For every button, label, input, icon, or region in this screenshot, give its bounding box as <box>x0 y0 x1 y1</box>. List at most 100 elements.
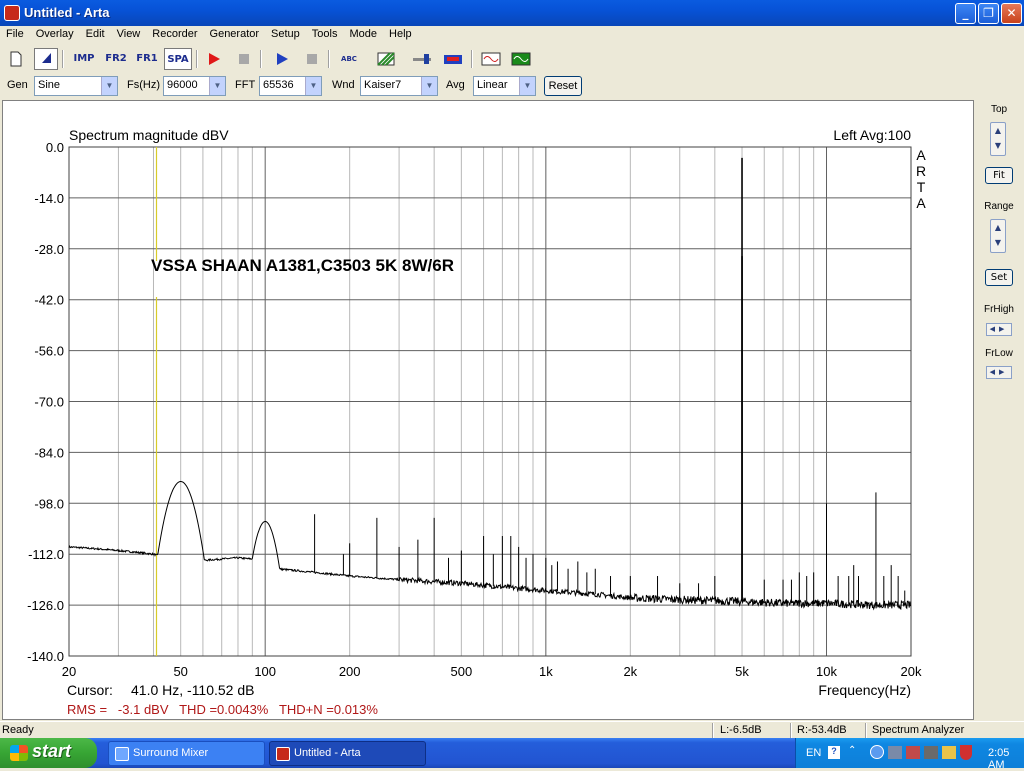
top-label: Top <box>990 104 1008 115</box>
y-tick-label: -56.0 <box>34 344 64 359</box>
tray-app-icon[interactable] <box>906 746 920 759</box>
cursor-tool-icon[interactable] <box>34 48 58 70</box>
minimize-button[interactable]: _ <box>955 3 976 24</box>
x-tick-label: 20k <box>901 664 922 679</box>
fft-size-select[interactable]: 65536 ▼ <box>259 76 322 96</box>
y-tick-label: -42.0 <box>34 293 64 308</box>
imp-mode-button[interactable]: IMP <box>70 48 98 70</box>
x-axis-label: Frequency(Hz) <box>818 682 911 698</box>
fft-size-value: 65536 <box>263 79 294 91</box>
menu-bar: File Overlay Edit View Recorder Generato… <box>0 26 1024 46</box>
sample-rate-select[interactable]: 96000 ▼ <box>163 76 226 96</box>
arta-icon <box>276 747 290 761</box>
frhigh-spinner[interactable]: ◀▶ <box>986 323 1012 336</box>
taskbar: start Surround Mixer Untitled - Arta EN … <box>0 738 1024 771</box>
menu-overlay[interactable]: Overlay <box>30 26 80 46</box>
menu-view[interactable]: View <box>111 26 147 46</box>
frlow-label: FrLow <box>985 348 1013 359</box>
right-level: R:-53.4dB <box>797 724 847 736</box>
chevron-down-icon[interactable]: ▼ <box>101 77 117 95</box>
spectrum-trace <box>68 157 912 611</box>
fit-button[interactable]: Fit <box>985 167 1013 184</box>
set-button[interactable]: Set <box>985 269 1013 286</box>
slider-icon[interactable] <box>410 48 434 70</box>
y-tick-label: -14.0 <box>34 191 64 206</box>
status-ready: Ready <box>2 724 34 736</box>
brand-letter: A <box>916 195 926 211</box>
menu-mode[interactable]: Mode <box>343 26 383 46</box>
play-icon[interactable] <box>270 48 294 70</box>
y-tick-label: 0.0 <box>46 140 64 155</box>
help-icon[interactable]: ? <box>828 746 840 759</box>
start-button[interactable]: start <box>0 738 97 768</box>
menu-tools[interactable]: Tools <box>306 26 344 46</box>
frlow-spinner[interactable]: ◀▶ <box>986 366 1012 379</box>
generator-value: Sine <box>38 79 61 91</box>
mixer-icon <box>115 747 129 761</box>
task-label: Untitled - Arta <box>294 747 361 759</box>
x-tick-label: 1k <box>539 664 553 679</box>
language-indicator[interactable]: EN <box>806 747 821 759</box>
x-tick-label: 50 <box>173 664 187 679</box>
clock[interactable]: 2:05 AM <box>988 747 1024 771</box>
x-tick-label: 10k <box>816 664 837 679</box>
scope-icon[interactable] <box>509 48 533 70</box>
chevron-down-icon[interactable]: ▼ <box>519 77 535 95</box>
y-tick-label: -126.0 <box>27 598 64 613</box>
menu-edit[interactable]: Edit <box>80 26 111 46</box>
fr2-mode-button[interactable]: FR2 <box>102 48 130 70</box>
range-spinner[interactable]: ▲ ▼ <box>990 219 1006 253</box>
sample-rate-value: 96000 <box>167 79 198 91</box>
chip-icon[interactable] <box>924 746 938 759</box>
brand-letter: A <box>916 147 926 163</box>
color-bar-icon[interactable] <box>441 48 465 70</box>
y-tick-label: -70.0 <box>34 395 64 410</box>
shield-icon[interactable] <box>960 745 972 760</box>
chevron-down-icon[interactable]: ▼ <box>421 77 437 95</box>
restore-button[interactable]: ❐ <box>978 3 999 24</box>
hatch-icon[interactable] <box>374 48 398 70</box>
menu-recorder[interactable]: Recorder <box>146 26 203 46</box>
menu-help[interactable]: Help <box>383 26 418 46</box>
chart-grid <box>68 146 912 657</box>
range-label: Range <box>984 201 1014 212</box>
system-tray: EN ? ⌃ 2:05 AM <box>795 738 1024 771</box>
spectrum-chart[interactable]: 0.0 -14.0 -28.0 -42.0 -56.0 -70.0 -84.0 -98.0 -1… <box>3 101 973 719</box>
frhigh-label: FrHigh <box>983 304 1014 315</box>
top-spinner[interactable]: ▲ ▼ <box>990 122 1006 156</box>
window-select[interactable]: Kaiser7 ▼ <box>360 76 438 96</box>
chevron-down-icon[interactable]: ▼ <box>305 77 321 95</box>
menu-setup[interactable]: Setup <box>265 26 306 46</box>
y-tick-label: -84.0 <box>34 445 64 460</box>
spa-mode-button[interactable]: SPA <box>164 48 192 70</box>
window-value: Kaiser7 <box>364 79 402 91</box>
chart-panel[interactable]: 0.0 -14.0 -28.0 -42.0 -56.0 -70.0 -84.0 -98.0 -1… <box>2 100 974 720</box>
arta-app-icon[interactable] <box>4 5 20 21</box>
fr1-mode-button[interactable]: FR1 <box>133 48 161 70</box>
abc-text-button[interactable]: ABC <box>337 48 361 70</box>
show-hidden-icon[interactable] <box>870 745 884 759</box>
analyzer-mode: Spectrum Analyzer <box>872 724 965 736</box>
stop-record-icon[interactable] <box>232 48 256 70</box>
chevron-up-icon[interactable]: ⌃ <box>848 745 856 756</box>
reset-button[interactable]: Reset <box>544 76 582 96</box>
cursor-label: Cursor: <box>67 682 113 698</box>
chart-title: Spectrum magnitude dBV <box>69 127 229 143</box>
close-button[interactable]: ✕ <box>1001 3 1022 24</box>
task-surround-mixer[interactable]: Surround Mixer <box>108 741 265 766</box>
network-icon[interactable] <box>888 746 902 759</box>
menu-file[interactable]: File <box>0 26 30 46</box>
folder-icon[interactable] <box>942 746 956 759</box>
task-label: Surround Mixer <box>133 747 209 759</box>
record-icon[interactable] <box>202 48 226 70</box>
task-untitled-arta[interactable]: Untitled - Arta <box>269 741 426 766</box>
stop-icon[interactable] <box>300 48 324 70</box>
x-tick-label: 100 <box>254 664 276 679</box>
averaging-select[interactable]: Linear ▼ <box>473 76 536 96</box>
title-bar[interactable]: Untitled - Arta _ ❐ ✕ <box>0 0 1024 26</box>
menu-generator[interactable]: Generator <box>204 26 266 46</box>
new-file-icon[interactable] <box>4 48 28 70</box>
generator-select[interactable]: Sine ▼ <box>34 76 118 96</box>
sine-generator-icon[interactable] <box>479 48 503 70</box>
chevron-down-icon[interactable]: ▼ <box>209 77 225 95</box>
